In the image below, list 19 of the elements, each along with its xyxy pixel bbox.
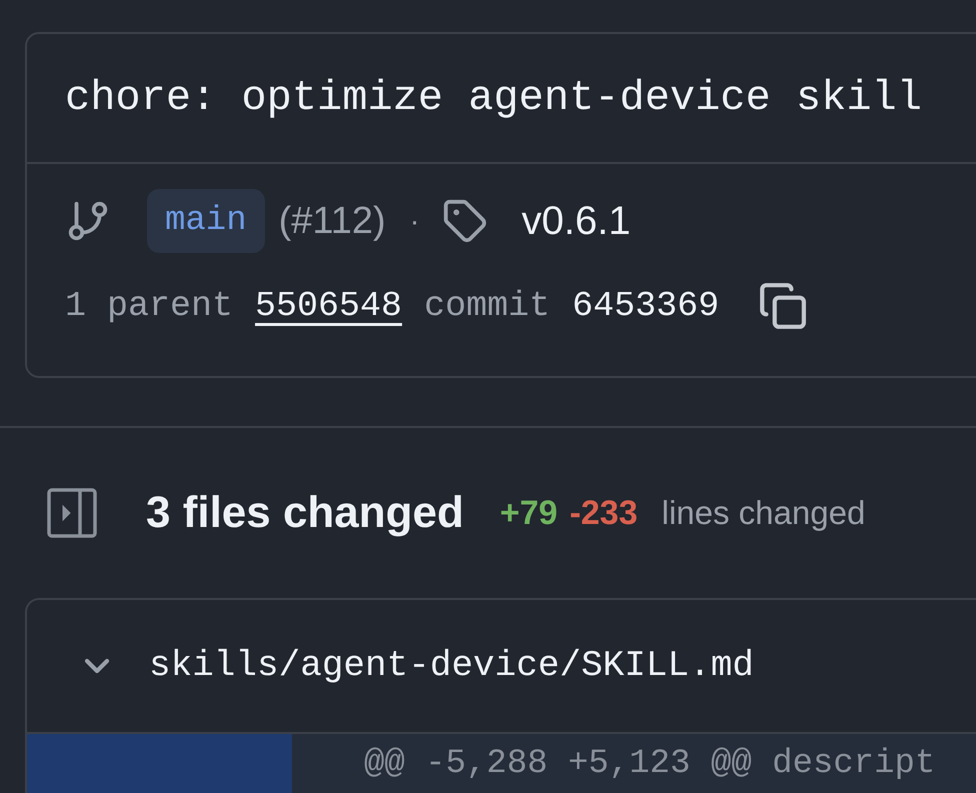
branch-badge[interactable]: main (147, 189, 265, 253)
parent-sha-link[interactable]: 5506548 (255, 280, 402, 332)
parent-label: 1 parent (65, 284, 234, 328)
separator-dot: · (410, 204, 420, 240)
files-changed-title: 3 files changed (146, 487, 464, 539)
commit-label: commit (424, 284, 550, 328)
hunk-header: @@ -5,288 +5,123 @@ descript (364, 744, 936, 784)
tag-icon (442, 198, 488, 244)
commit-message: chore: optimize agent-device skill (65, 72, 922, 124)
additions-count: +79 (500, 492, 558, 534)
file-path: skills/agent-device/SKILL.md (149, 644, 754, 688)
pr-number[interactable]: (#112) (278, 192, 386, 250)
deletions-count: -233 (570, 492, 638, 534)
commit-sha: 6453369 (572, 284, 720, 328)
sidebar-toggle-icon (47, 488, 97, 538)
toggle-sidebar-button[interactable] (46, 487, 98, 539)
copy-icon (758, 281, 808, 331)
lines-changed-label: lines changed (662, 493, 866, 534)
tag-label[interactable]: v0.6.1 (522, 191, 631, 251)
